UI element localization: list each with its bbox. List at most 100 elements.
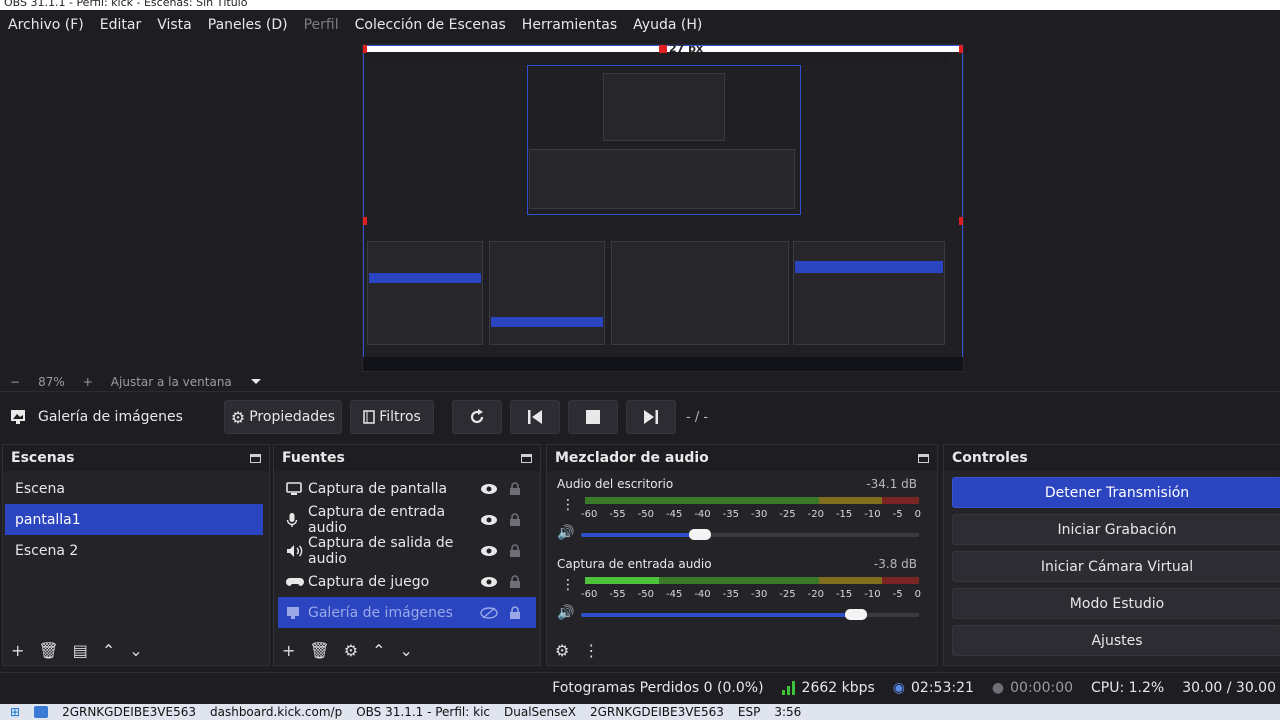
image-gallery-icon <box>286 606 308 620</box>
taskbar-item[interactable]: dashboard.kick.com/p <box>210 705 342 719</box>
menu-vista[interactable]: Vista <box>157 17 192 33</box>
lock-icon[interactable] <box>502 574 528 589</box>
lock-icon[interactable] <box>502 512 528 527</box>
undock-icon[interactable] <box>918 453 929 463</box>
next-button[interactable] <box>626 400 676 434</box>
zoom-out-button[interactable]: − <box>10 375 20 389</box>
eye-icon[interactable] <box>476 576 502 588</box>
advanced-audio-gear-icon[interactable]: ⚙ <box>555 641 569 660</box>
fit-to-window-label[interactable]: Ajustar a la ventana <box>111 375 232 389</box>
chevron-down-icon[interactable]: ⌄ <box>129 641 142 660</box>
lock-icon[interactable] <box>502 605 528 620</box>
previous-button[interactable] <box>510 400 560 434</box>
nested-controls-dock <box>793 241 945 345</box>
speaker-icon[interactable]: 🔊 <box>557 525 574 541</box>
record-time-value: 00:00:00 <box>1010 679 1074 696</box>
scene-item[interactable]: pantalla1 <box>5 504 263 535</box>
resize-handle[interactable] <box>959 45 963 53</box>
trash-icon[interactable]: 🗑 <box>38 641 58 660</box>
mixer-toolbar: ⚙ ⋮ <box>547 635 937 665</box>
settings-button[interactable]: Ajustes <box>952 625 1280 656</box>
mixer-title: Mezclador de audio <box>555 450 709 466</box>
menu-perfil[interactable]: Perfil <box>304 17 339 33</box>
menu-editar[interactable]: Editar <box>100 17 141 33</box>
eye-icon[interactable] <box>476 514 502 526</box>
chevron-down-icon[interactable]: ⌄ <box>399 641 412 660</box>
menu-paneles[interactable]: Paneles (D) <box>208 17 288 33</box>
scene-filters-icon[interactable]: ▤ <box>73 641 88 660</box>
chevron-down-icon[interactable] <box>250 378 262 386</box>
record-icon: ● <box>991 679 1005 696</box>
eye-icon[interactable] <box>476 545 502 557</box>
gear-icon[interactable]: ⚙ <box>344 641 358 660</box>
restart-button[interactable] <box>452 400 502 434</box>
scene-item[interactable]: Escena <box>5 473 263 504</box>
nested-scene-selected <box>369 273 481 283</box>
browser-icon[interactable] <box>34 706 49 718</box>
source-label: Galería de imágenes <box>308 604 453 621</box>
menu-herramientas[interactable]: Herramientas <box>522 17 617 33</box>
filters-button[interactable]: Filtros <box>350 400 434 434</box>
language-indicator[interactable]: ESP <box>738 705 760 719</box>
chevron-up-icon[interactable]: ⌃ <box>102 641 115 660</box>
chevron-up-icon[interactable]: ⌃ <box>372 641 385 660</box>
studio-mode-button[interactable]: Modo Estudio <box>952 588 1280 619</box>
volume-slider[interactable] <box>581 529 919 540</box>
clock: 3:56 <box>774 705 802 719</box>
properties-button[interactable]: ⚙ Propiedades <box>224 400 342 434</box>
filters-label: Filtros <box>379 409 421 425</box>
taskbar-item[interactable]: OBS 31.1.1 - Perfil: kic <box>356 705 490 719</box>
resize-handle[interactable] <box>363 217 367 225</box>
taskbar-item[interactable]: DualSenseX <box>504 705 576 719</box>
menu-ayuda[interactable]: Ayuda (H) <box>633 17 702 33</box>
controls-dock-header: Controles <box>944 445 1280 471</box>
level-meter <box>585 497 919 504</box>
scenes-toolbar: + 🗑 ▤ ⌃ ⌄ <box>3 635 269 665</box>
nested-menubar <box>367 53 947 65</box>
source-item[interactable]: Galería de imágenes <box>278 597 536 628</box>
more-options-icon[interactable]: ⋮ <box>561 577 575 593</box>
windows-start-icon[interactable]: ⊞ <box>10 705 20 719</box>
scene-label: Escena 2 <box>15 542 79 559</box>
lock-icon[interactable] <box>502 543 528 558</box>
stop-icon <box>586 410 600 424</box>
resize-handle[interactable] <box>659 45 667 53</box>
eye-icon[interactable] <box>476 483 502 495</box>
source-item[interactable]: Captura de pantalla <box>278 473 536 504</box>
add-icon[interactable]: + <box>11 641 24 660</box>
trash-icon[interactable]: 🗑 <box>309 641 329 660</box>
eye-hidden-icon[interactable] <box>476 606 502 619</box>
source-item[interactable]: Captura de entrada audio <box>278 504 536 536</box>
stop-button[interactable] <box>568 400 618 434</box>
undock-icon[interactable] <box>521 453 532 463</box>
channel-name: Captura de entrada audio <box>557 557 712 571</box>
menu-archivo[interactable]: Archivo (F) <box>8 17 84 33</box>
volume-slider[interactable] <box>581 609 919 620</box>
nested-control-active <box>795 261 943 273</box>
start-virtual-camera-button[interactable]: Iniciar Cámara Virtual <box>952 551 1280 582</box>
taskbar-item[interactable]: 2GRNKGDEIBE3VE563 <box>62 705 196 719</box>
taskbar-item[interactable]: 2GRNKGDEIBE3VE563 <box>590 705 724 719</box>
resize-handle[interactable] <box>959 217 963 225</box>
zoom-value: 87% <box>38 374 65 389</box>
cpu-usage: CPU: 1.2% <box>1091 679 1165 696</box>
source-item[interactable]: Captura de juego <box>278 566 536 597</box>
stop-streaming-button[interactable]: Detener Transmisión <box>952 477 1280 508</box>
scene-item[interactable]: Escena 2 <box>5 535 263 566</box>
more-options-icon[interactable]: ⋮ <box>583 641 599 660</box>
zoom-in-button[interactable]: + <box>83 375 93 389</box>
resize-handle[interactable] <box>363 45 367 53</box>
source-item[interactable]: Captura de salida de audio <box>278 535 536 567</box>
scenes-dock-header: Escenas <box>3 445 269 471</box>
slide-counter: - / - <box>686 409 709 425</box>
speaker-icon[interactable]: 🔊 <box>557 605 574 621</box>
undock-icon[interactable] <box>250 453 261 463</box>
preview-canvas[interactable]: 27 px <box>362 44 964 372</box>
start-recording-button[interactable]: Iniciar Grabación <box>952 514 1280 545</box>
menu-coleccion-escenas[interactable]: Colección de Escenas <box>355 17 506 33</box>
add-icon[interactable]: + <box>282 641 295 660</box>
sources-toolbar: + 🗑 ⚙ ⌃ ⌄ <box>274 635 540 665</box>
lock-icon[interactable] <box>502 481 528 496</box>
more-options-icon[interactable]: ⋮ <box>561 497 575 513</box>
scenes-dock: Escenas Escena pantalla1 Escena 2 + 🗑 ▤ … <box>2 444 270 666</box>
